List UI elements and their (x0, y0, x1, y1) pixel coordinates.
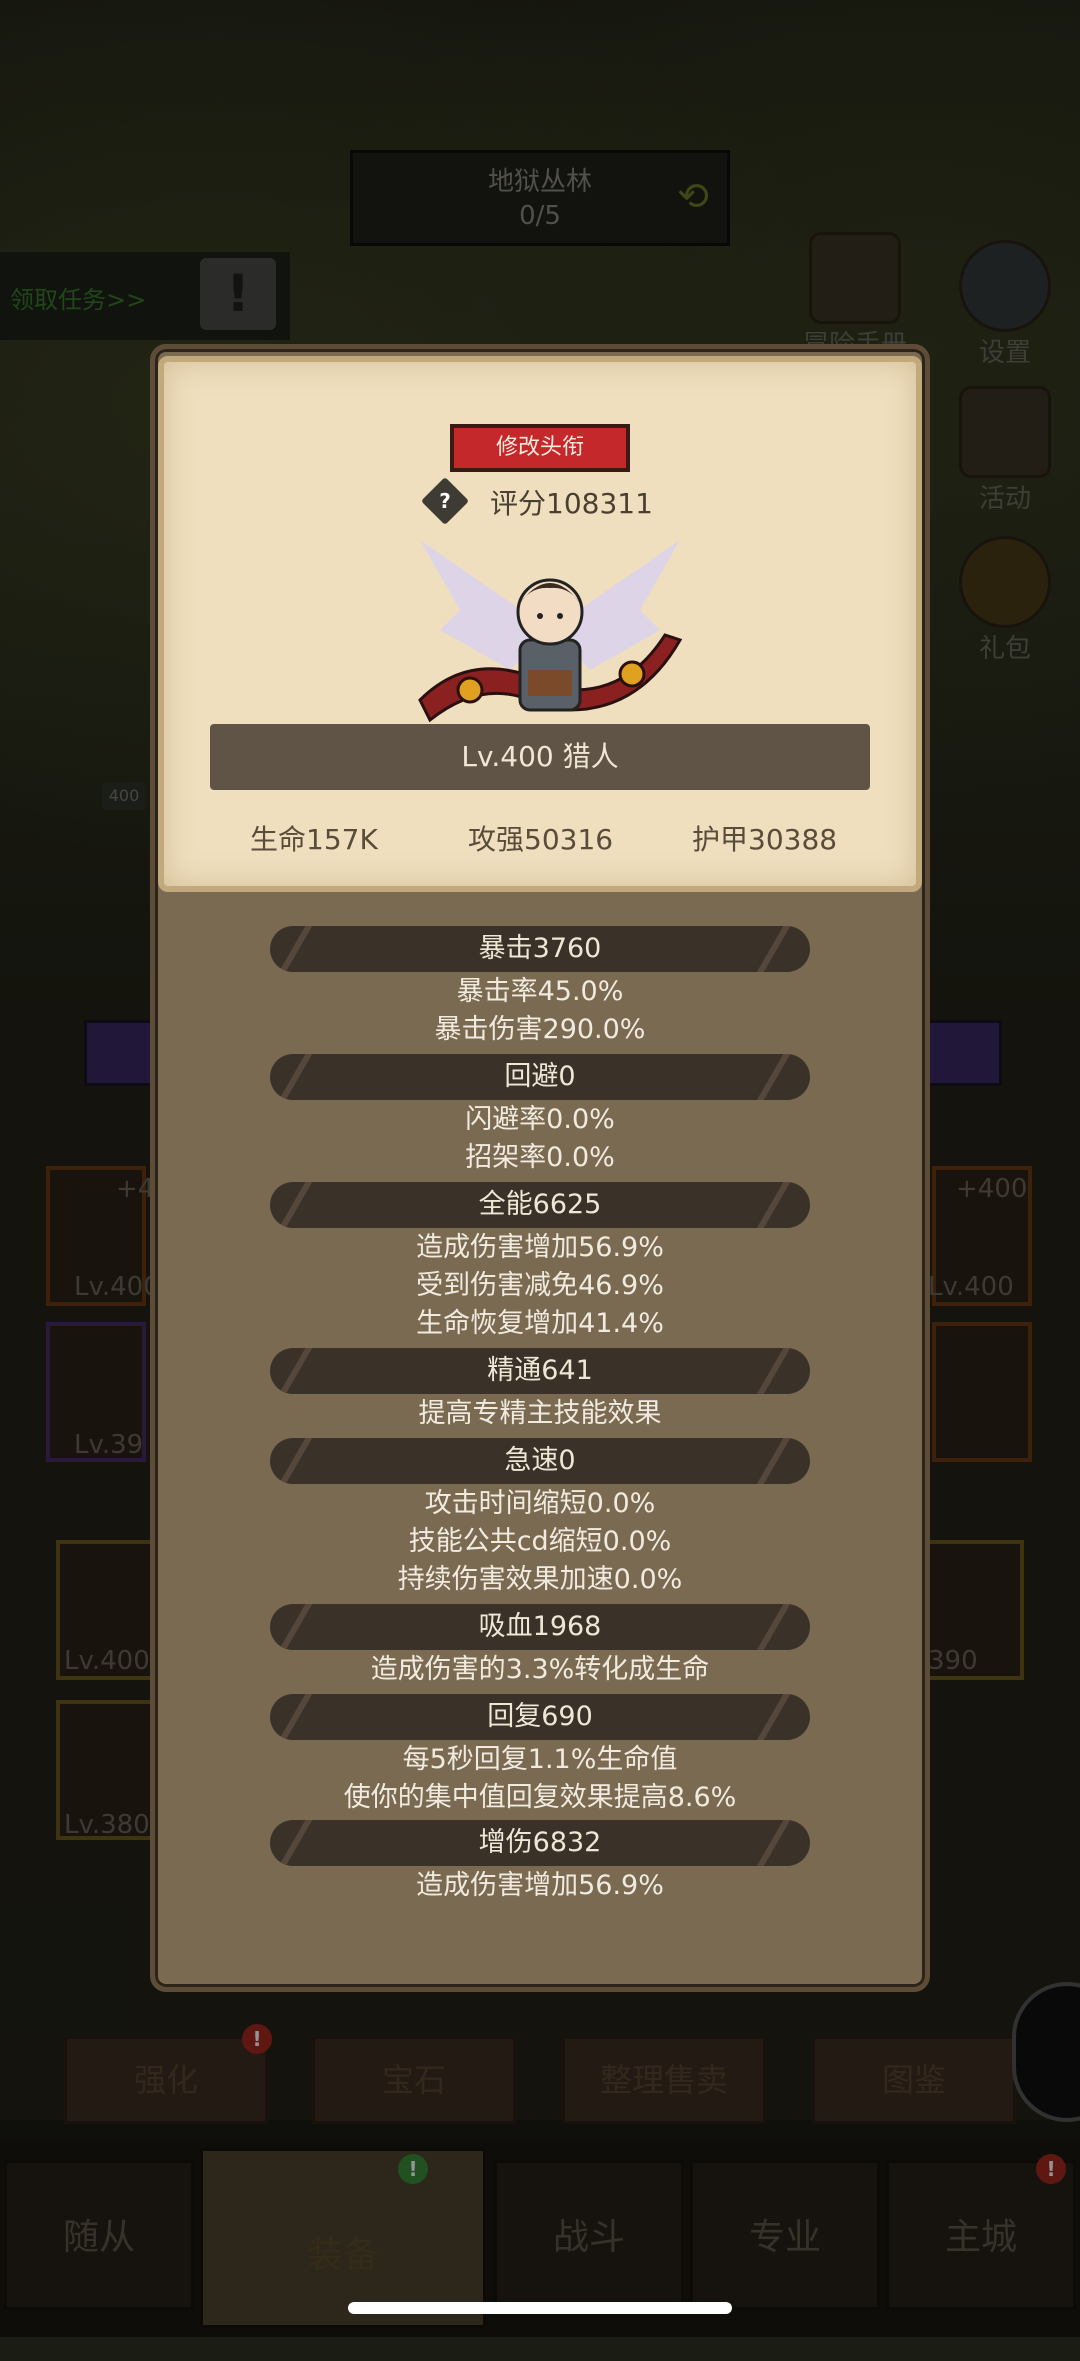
stat-header-lifesteal: 吸血1968 (270, 1604, 810, 1650)
change-title-button[interactable]: 修改头衔 (450, 424, 630, 472)
stat-header-avoidance: 回避0 (270, 1054, 810, 1100)
stat-header-crit: 暴击3760 (270, 926, 810, 972)
help-glyph: ? (439, 489, 451, 513)
stat-line: 持续伤害效果加速0.0% (397, 1564, 683, 1595)
stat-header-damage-bonus: 增伤6832 (270, 1820, 810, 1866)
stat-line: 造成伤害增加56.9% (416, 1870, 664, 1901)
level-class-bar: Lv.400 猎人 (210, 724, 870, 790)
stat-line: 每5秒回复1.1%生命值 (402, 1744, 678, 1775)
stat-line: 暴击伤害290.0% (434, 1014, 646, 1045)
stat-line: 闪避率0.0% (465, 1104, 615, 1135)
stat-line: 生命恢复增加41.4% (416, 1308, 664, 1339)
help-icon[interactable]: ? (420, 476, 470, 526)
hp-stat: 生命157K (250, 823, 378, 856)
stat-header-regen: 回复690 (270, 1694, 810, 1740)
home-indicator[interactable] (348, 2302, 732, 2314)
stat-line: 提高专精主技能效果 (418, 1398, 662, 1429)
stat-line: 使你的集中值回复效果提高8.6% (343, 1782, 737, 1813)
stat-header-haste: 急速0 (270, 1438, 810, 1484)
stat-line: 暴击率45.0% (456, 976, 624, 1007)
attack-stat: 攻强50316 (468, 823, 614, 856)
stat-line: 技能公共cd缩短0.0% (408, 1526, 672, 1557)
stat-line: 受到伤害减免46.9% (416, 1270, 664, 1301)
stat-line: 招架率0.0% (465, 1142, 615, 1173)
stat-header-mastery: 精通641 (270, 1348, 810, 1394)
armor-stat: 护甲30388 (692, 823, 838, 856)
stat-line: 攻击时间缩短0.0% (424, 1488, 656, 1519)
stat-header-versatility: 全能6625 (270, 1182, 810, 1228)
stat-line: 造成伤害的3.3%转化成生命 (370, 1654, 710, 1685)
stat-line: 造成伤害增加56.9% (416, 1232, 664, 1263)
score-text: 评分108311 (490, 487, 653, 520)
